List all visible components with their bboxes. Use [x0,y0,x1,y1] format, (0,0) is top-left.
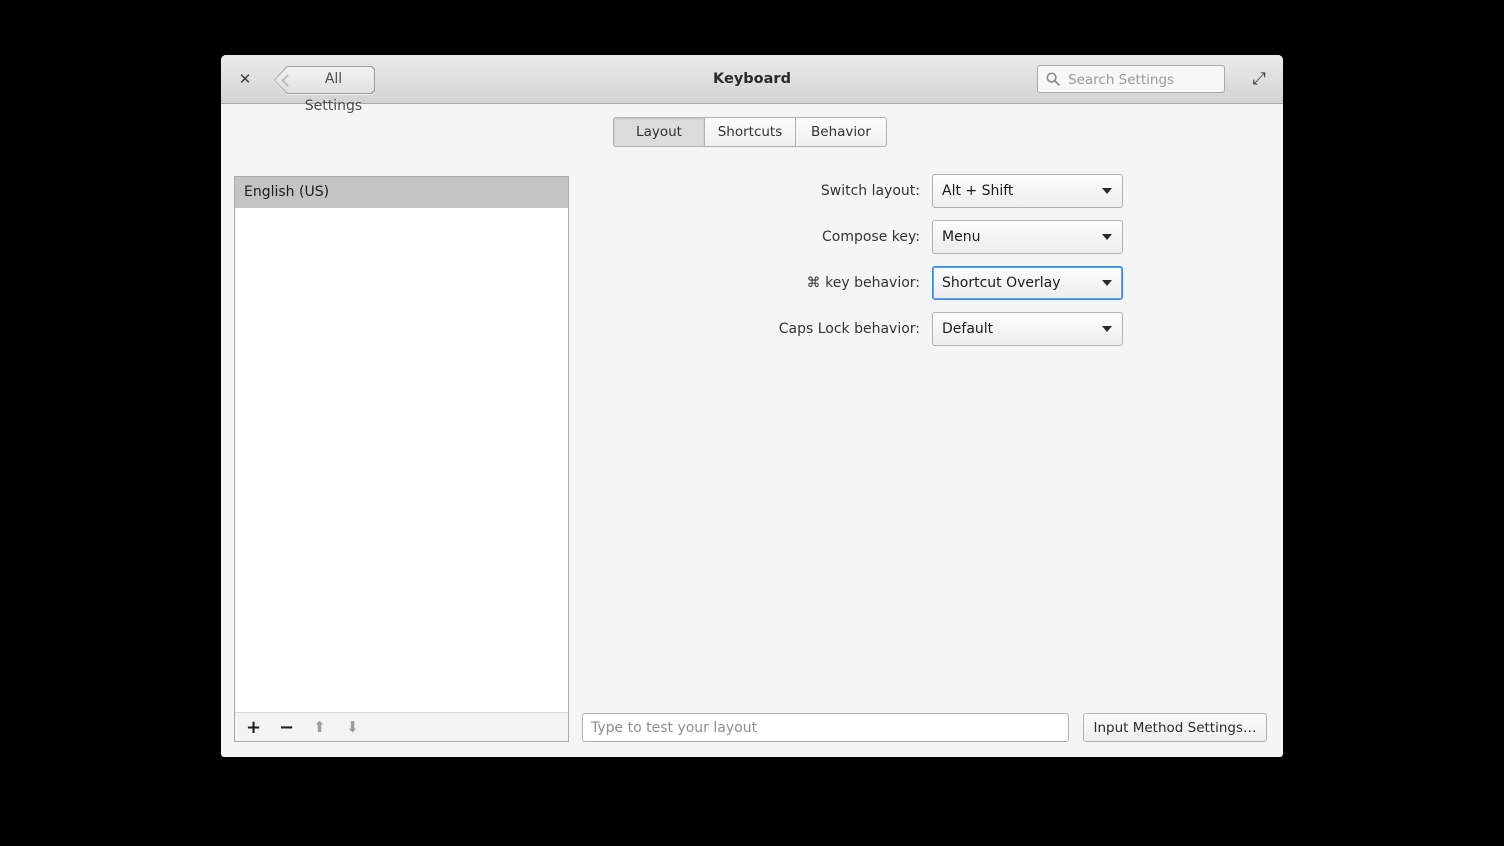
remove-layout-button[interactable]: − [274,714,299,740]
chevron-down-icon [1102,188,1112,194]
caps-lock-behavior-dropdown[interactable]: Default [932,312,1123,346]
compose-key-value: Menu [942,221,980,253]
tab-bar: Layout Shortcuts Behavior [613,117,887,147]
desktop-background: ✕ All Settings Keyboard ⤢ L [0,0,1504,846]
cmd-key-behavior-dropdown[interactable]: Shortcut Overlay [932,266,1123,300]
close-icon: ✕ [239,72,252,87]
chevron-down-icon [1102,326,1112,332]
expand-icon: ⤢ [1252,71,1266,88]
arrow-down-icon: ⬇ [346,718,359,736]
close-button[interactable]: ✕ [233,67,257,91]
search-input[interactable] [1066,67,1220,93]
caps-lock-behavior-value: Default [942,313,993,345]
cmd-key-behavior-label: ⌘ key behavior: [807,275,920,291]
tab-layout[interactable]: Layout [613,117,705,147]
headerbar: ✕ All Settings Keyboard ⤢ [221,55,1283,104]
compose-key-label: Compose key: [822,229,920,245]
add-layout-button[interactable]: + [241,714,266,740]
form-row-compose-key: Compose key: Menu [822,220,1123,254]
form-row-caps-lock-behavior: Caps Lock behavior: Default [779,312,1123,346]
expand-window-button[interactable]: ⤢ [1247,67,1271,91]
list-toolbar: + − ⬆ ⬇ [235,712,568,741]
layout-test-input[interactable] [582,713,1069,742]
switch-layout-value: Alt + Shift [942,175,1013,207]
switch-layout-label: Switch layout: [821,183,920,199]
all-settings-back-button[interactable]: All Settings [274,66,375,94]
search-icon [1046,72,1060,86]
compose-key-dropdown[interactable]: Menu [932,220,1123,254]
tab-behavior[interactable]: Behavior [795,117,887,147]
plus-icon: + [246,717,261,738]
keyboard-settings-window: ✕ All Settings Keyboard ⤢ L [221,55,1283,757]
switch-layout-dropdown[interactable]: Alt + Shift [932,174,1123,208]
search-field [1037,65,1225,93]
list-item-english-us[interactable]: English (US) [235,177,568,208]
input-method-settings-button[interactable]: Input Method Settings… [1083,713,1267,742]
cmd-key-behavior-value: Shortcut Overlay [942,267,1061,299]
caps-lock-behavior-label: Caps Lock behavior: [779,321,920,337]
form-row-switch-layout: Switch layout: Alt + Shift [821,174,1123,208]
chevron-down-icon [1102,280,1112,286]
back-button-label: All Settings [296,66,371,94]
minus-icon: − [279,717,294,738]
chevron-down-icon [1102,234,1112,240]
move-layout-up-button[interactable]: ⬆ [307,714,332,740]
arrow-up-icon: ⬆ [313,718,326,736]
keyboard-layouts-list[interactable]: English (US) [235,177,568,712]
tab-shortcuts[interactable]: Shortcuts [704,117,796,147]
form-row-cmd-key-behavior: ⌘ key behavior: Shortcut Overlay [807,266,1123,300]
keyboard-layouts-panel: English (US) + − ⬆ ⬇ [234,176,569,742]
move-layout-down-button[interactable]: ⬇ [340,714,365,740]
